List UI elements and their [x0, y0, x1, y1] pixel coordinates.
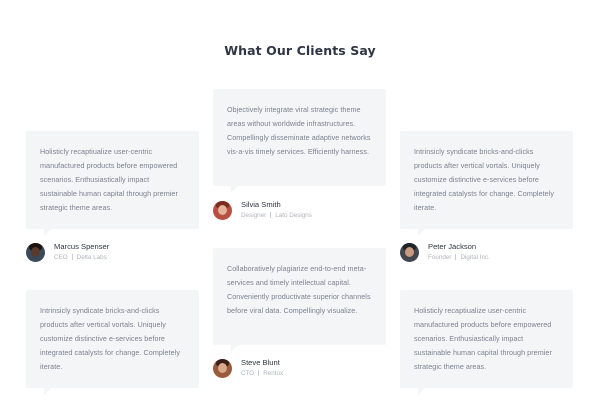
author-company: Digital Inc.	[460, 253, 490, 261]
author-role: CEO Delta Labs	[54, 253, 109, 263]
author-role: Founder Digital Inc.	[428, 253, 490, 263]
author-name: Silvia Smith	[241, 199, 281, 209]
author-title: CTO	[241, 369, 255, 377]
author-company: Lato Designs	[275, 211, 312, 219]
person-avatar-icon	[213, 358, 232, 378]
author-company: Rentox	[263, 369, 284, 377]
testimonial-text: Intrinsicly syndicate bricks-and-clicks …	[414, 147, 554, 212]
testimonial-card: Objectively integrate viral strategic th…	[213, 89, 386, 193]
author-title: Founder	[428, 253, 452, 261]
testimonial-card: Intrinsicly syndicate bricks-and-clicks …	[26, 290, 199, 395]
author-title: Designer	[241, 211, 267, 219]
testimonial-text: Holisticly recaptiualize user-centric ma…	[40, 147, 178, 212]
author-role: Designer Lato Designs	[241, 211, 312, 221]
author-name: Steve Blunt	[241, 357, 280, 367]
testimonial-card: Intrinsicly syndicate bricks-and-clicks …	[400, 131, 573, 236]
divider	[455, 253, 457, 260]
testimonial-text: Holisticly recaptiualize user-centric ma…	[414, 306, 552, 371]
testimonial-card: Holisticly recaptiualize user-centric ma…	[26, 131, 199, 236]
author-name: Peter Jackson	[428, 241, 477, 251]
author-company: Delta Labs	[76, 253, 107, 261]
testimonial-author: Peter Jackson Founder Digital Inc.	[400, 241, 490, 263]
author-name: Marcus Spenser	[54, 241, 110, 251]
testimonial-text: Intrinsicly syndicate bricks-and-clicks …	[40, 306, 180, 371]
author-title: CEO	[54, 253, 68, 261]
testimonial-card: Holisticly recaptiualize user-centric ma…	[400, 290, 573, 395]
testimonial-author: Steve Blunt CTO Rentox	[213, 357, 283, 379]
person-avatar-icon	[26, 242, 45, 262]
person-avatar-icon	[400, 242, 419, 262]
testimonial-card: Collaboratively plagiarize end-to-end me…	[213, 248, 386, 352]
section-title: What Our Clients Say	[224, 43, 376, 58]
divider	[270, 211, 272, 218]
testimonial-text: Collaboratively plagiarize end-to-end me…	[227, 264, 371, 315]
testimonial-author: Marcus Spenser CEO Delta Labs	[26, 241, 109, 263]
testimonial-text: Objectively integrate viral strategic th…	[227, 105, 371, 156]
person-avatar-icon	[213, 200, 232, 220]
author-role: CTO Rentox	[241, 369, 283, 379]
divider	[71, 253, 73, 260]
testimonial-author: Silvia Smith Designer Lato Designs	[213, 199, 312, 221]
divider	[258, 369, 260, 376]
